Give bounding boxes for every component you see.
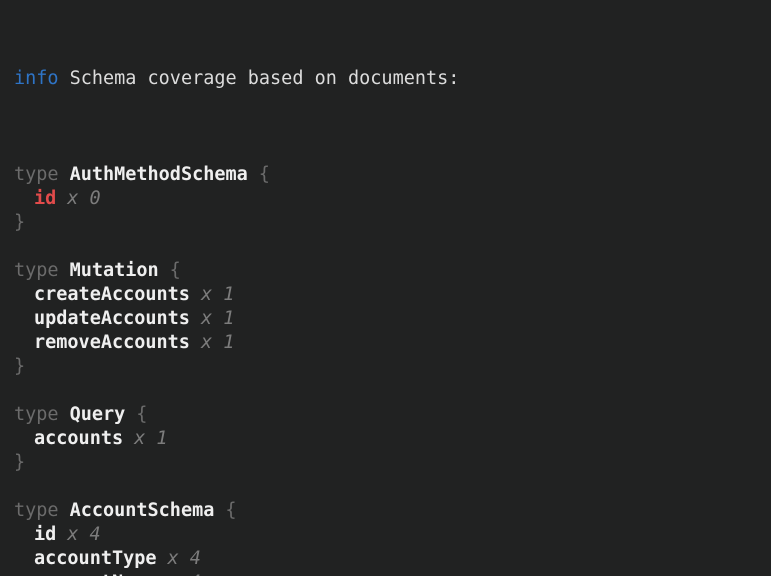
open-brace: { <box>136 404 147 425</box>
type-header-line: type Mutation { <box>14 259 771 283</box>
open-brace: { <box>170 260 181 281</box>
type-blocks: type AuthMethodSchema { id x 0} type Mutation {… <box>14 163 771 576</box>
field-name: id <box>34 524 56 545</box>
field-line: removeAccounts x 1 <box>14 331 771 355</box>
type-keyword: type <box>14 164 59 185</box>
close-brace: } <box>14 452 25 473</box>
info-message: Schema coverage based on documents: <box>70 68 460 89</box>
type-block: typeMutation{createAccountsx 1updateAcco… <box>14 259 771 379</box>
field-name: accounts <box>34 428 123 449</box>
terminal-output: infoSchema coverage based on documents: … <box>0 0 771 576</box>
field-line: accounts x 1 <box>14 427 771 451</box>
type-name: Query <box>70 404 126 425</box>
type-name: AccountSchema <box>70 500 215 521</box>
field-count: x 0 <box>67 188 100 209</box>
close-brace: } <box>14 356 25 377</box>
field-count: x 1 <box>201 284 234 305</box>
type-keyword: type <box>14 404 59 425</box>
field-line: id x 4 <box>14 523 771 547</box>
info-label: info <box>14 68 59 89</box>
field-line: accountType x 4 <box>14 547 771 571</box>
field-count: x 4 <box>168 572 201 576</box>
field-name: id <box>34 188 56 209</box>
field-name: removeAccounts <box>34 332 190 353</box>
field-name: accountName <box>34 572 157 576</box>
type-header-line: type Query { <box>14 403 771 427</box>
close-brace-line: } <box>14 451 771 475</box>
field-count: x 1 <box>134 428 167 449</box>
type-keyword: type <box>14 260 59 281</box>
type-block: typeAccountSchema{idx 4accountTypex 4acc… <box>14 499 771 576</box>
close-brace: } <box>14 212 25 233</box>
open-brace: { <box>259 164 270 185</box>
field-name: createAccounts <box>34 284 190 305</box>
field-count: x 1 <box>201 332 234 353</box>
close-brace-line: } <box>14 211 771 235</box>
open-brace: { <box>225 500 236 521</box>
field-count: x 4 <box>168 548 201 569</box>
info-line: info Schema coverage based on documents: <box>14 67 771 91</box>
type-header-line: type AccountSchema { <box>14 499 771 523</box>
type-name: Mutation <box>70 260 159 281</box>
field-line: accountName x 4 <box>14 571 771 576</box>
field-name: updateAccounts <box>34 308 190 329</box>
field-line: createAccounts x 1 <box>14 283 771 307</box>
type-block: type AuthMethodSchema { id x 0} <box>14 163 771 235</box>
field-line: id x 0 <box>14 187 771 211</box>
type-name: AuthMethodSchema <box>70 164 248 185</box>
field-count: x 1 <box>201 308 234 329</box>
field-name: accountType <box>34 548 157 569</box>
field-count: x 4 <box>67 524 100 545</box>
field-line: updateAccounts x 1 <box>14 307 771 331</box>
type-header-line: type AuthMethodSchema { <box>14 163 771 187</box>
type-block: type Query { accounts x 1} <box>14 403 771 475</box>
type-keyword: type <box>14 500 59 521</box>
close-brace-line: } <box>14 355 771 379</box>
